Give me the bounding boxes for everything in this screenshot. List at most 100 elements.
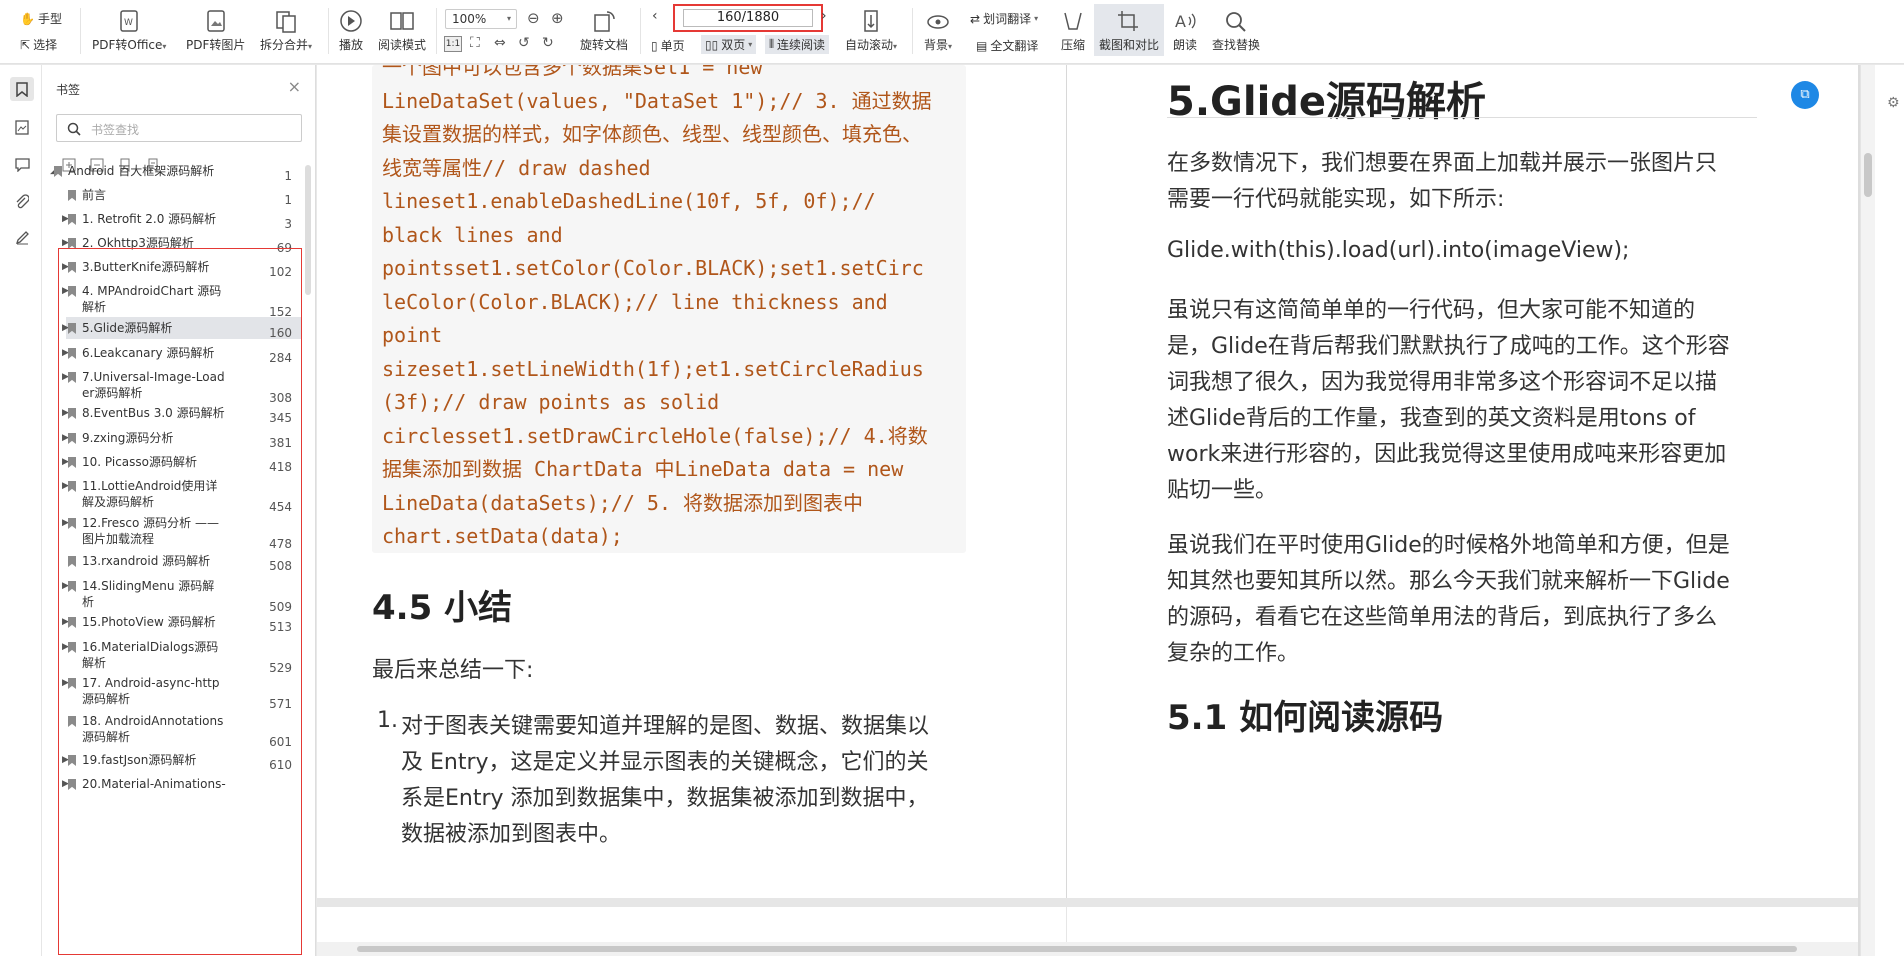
split-merge-button[interactable]: 拆分合并▾ — [260, 6, 312, 53]
paragraph-line: 需要一行代码就能实现，如下所示: — [1167, 187, 1505, 212]
screenshot-icon — [1116, 6, 1142, 36]
collapsed-arrow-icon[interactable]: ▶ — [62, 214, 69, 224]
code-line: black lines and — [382, 222, 563, 247]
actual-size-icon[interactable]: 1:1 — [444, 36, 462, 52]
code-snippet: Glide.with(this).load(url).into(imageVie… — [1167, 238, 1630, 263]
panel-title: 书签 — [56, 83, 81, 97]
bookmark-item[interactable]: ▶ 1. Retrofit 2.0 源码解析 3 — [42, 211, 316, 233]
horizontal-scrollbar[interactable] — [317, 942, 1860, 956]
document-viewport: 一个图中可以包含多个数据集set1 = new LineDataSet(value… — [317, 65, 1860, 956]
bookmark-icon[interactable] — [10, 77, 34, 101]
code-line: sizeset1.setLineWidth(1f);et1.setCircleR… — [382, 356, 924, 381]
auto-scroll-icon — [858, 6, 884, 36]
single-page-button[interactable]: ▯ 单页 — [651, 37, 685, 54]
eye-icon — [925, 6, 951, 36]
bookmark-page: 1 — [284, 169, 292, 183]
paragraph-line: 复杂的工作。 — [1167, 641, 1300, 666]
rotate-doc-button[interactable]: 旋转文档 — [580, 6, 628, 53]
double-page-button[interactable]: ▯▯ 双页 ▾ — [701, 35, 757, 54]
page-number-input[interactable]: 160/1880 — [683, 9, 813, 27]
find-replace-button[interactable]: 查找替换 — [1212, 6, 1260, 53]
section-heading: 4.5 小结 — [372, 588, 513, 628]
panel-scrollbar[interactable] — [305, 165, 311, 295]
pdf-image-icon — [203, 6, 229, 36]
settings-icon[interactable]: ⚙ — [1887, 95, 1900, 111]
bookmark-item[interactable]: 前言 1 — [42, 187, 316, 209]
code-line: pointsset1.setColor(Color.BLACK);set1.se… — [382, 256, 924, 280]
doc-translate-icon: ▤ — [976, 38, 988, 53]
read-aloud-button[interactable]: A 朗读 — [1172, 6, 1198, 53]
right-rail: ⚙ — [1860, 65, 1904, 956]
list-number: 1. — [377, 708, 398, 733]
pdf-word-icon: W — [116, 6, 142, 36]
split-merge-icon — [273, 6, 299, 36]
paragraph-line: 是，Glide在背后帮我们默默执行了成吨的工作。这个形容 — [1167, 334, 1730, 359]
rotate-doc-icon — [591, 6, 617, 36]
compress-button[interactable]: 压缩 — [1060, 6, 1086, 53]
collapsed-arrow-icon[interactable]: ▶ — [62, 238, 69, 248]
play-icon — [338, 6, 364, 36]
translate-all-button[interactable]: ▤ 全文翻译 — [976, 37, 1038, 54]
list-line: 对于图表关键需要知道并理解的是图、数据、数据集以 — [401, 714, 930, 739]
background-button[interactable]: 背景▾ — [924, 6, 952, 53]
bookmark-page: 3 — [284, 217, 292, 231]
pdf-to-office-button[interactable]: W PDF转Office▾ — [92, 6, 166, 53]
close-icon[interactable]: × — [288, 77, 301, 96]
bookmark-title: 前言 — [82, 188, 107, 202]
paragraph-line: 知其然也要知其所以然。那么今天我们就来解析一下Glide — [1167, 569, 1730, 594]
code-line: 一个图中可以包含多个数据集set1 = new — [382, 65, 763, 79]
next-page-icon[interactable]: › — [821, 8, 827, 24]
book-icon — [388, 6, 416, 36]
attachment-icon[interactable] — [10, 189, 34, 213]
zoom-out-icon[interactable]: ⊖ — [527, 9, 540, 27]
page-number-box[interactable]: 160/1880 — [673, 4, 823, 32]
fit-page-icon[interactable]: ⛶ — [470, 35, 480, 51]
highlight-box — [58, 248, 302, 955]
pdf-to-image-button[interactable]: PDF转图片 — [186, 6, 245, 53]
translate-word-button[interactable]: ⇄ 划词翻译 ▾ — [970, 10, 1038, 27]
auto-scroll-button[interactable]: 自动滚动▾ — [845, 6, 897, 53]
code-line: point — [382, 323, 443, 347]
select-tool[interactable]: ⇱ 选择 — [20, 36, 57, 53]
code-line: (3f);// draw points as solid — [382, 390, 720, 414]
search-icon — [1223, 6, 1249, 36]
fit-width-icon[interactable]: ⇔ — [494, 35, 506, 51]
list-line: 数据被添加到图表中。 — [401, 822, 622, 847]
summary-intro: 最后来总结一下: — [372, 658, 534, 683]
thumbnail-icon[interactable] — [10, 115, 34, 139]
bookmark-icon — [54, 166, 62, 177]
toolbar: ✋ 手型 ⇱ 选择 W PDF转Office▾ PDF转图片 拆分合并▾ 播放 阅读模… — [0, 0, 1904, 64]
floating-tool-icon[interactable]: ⧉ — [1791, 81, 1819, 109]
subsection-heading: 5.1 如何阅读源码 — [1167, 698, 1444, 738]
prev-page-icon[interactable]: ‹ — [652, 8, 658, 24]
zoom-select[interactable]: 100% ▾ — [445, 9, 517, 29]
rotate-left-icon[interactable]: ↺ — [518, 35, 530, 51]
read-mode-button[interactable]: 阅读模式 — [378, 6, 426, 53]
left-rail — [0, 65, 42, 956]
play-button[interactable]: 播放 — [338, 6, 364, 53]
chapter-title: 5.Glide源码解析 — [1167, 79, 1487, 125]
list-line: 系是Entry 添加到数据集中，数据集被添加到数据中， — [401, 786, 929, 811]
vertical-scrollbar[interactable] — [1861, 65, 1875, 956]
paragraph-line: 词我想了很久，因为我觉得用非常多这个形容词不足以描 — [1167, 370, 1718, 395]
zoom-in-icon[interactable]: ⊕ — [551, 9, 564, 27]
single-page-icon: ▯ — [651, 38, 658, 53]
bookmark-panel: 书签 × 书签查找 ◢ Android 百大框架源码解析 1 前言 1 ▶ 1. Retro… — [42, 65, 316, 956]
divider — [80, 8, 81, 54]
divider — [436, 8, 437, 54]
speaker-icon: A — [1172, 6, 1198, 36]
bookmark-item[interactable]: ◢ Android 百大框架源码解析 1 — [42, 163, 316, 185]
code-line: 集设置数据的样式，如字体颜色、线型、线型颜色、填充色、 — [382, 122, 922, 146]
rotate-right-icon[interactable]: ↻ — [542, 35, 554, 51]
paragraph-line: 贴切一些。 — [1167, 478, 1278, 503]
bookmark-search[interactable]: 书签查找 — [56, 114, 302, 142]
hand-tool[interactable]: ✋ 手型 — [20, 10, 62, 27]
signature-icon[interactable] — [10, 225, 34, 249]
bookmark-icon — [68, 190, 76, 201]
hand-icon: ✋ — [20, 11, 35, 26]
search-icon — [67, 122, 81, 136]
screenshot-compare-button[interactable]: 截图和对比 — [1094, 4, 1165, 56]
comment-icon[interactable] — [10, 153, 34, 177]
continuous-read-button[interactable]: ⫴ 连续阅读 — [765, 35, 830, 54]
paragraph-line: 虽说我们在平时使用Glide的时候格外地简单和方便，但是 — [1167, 533, 1730, 558]
